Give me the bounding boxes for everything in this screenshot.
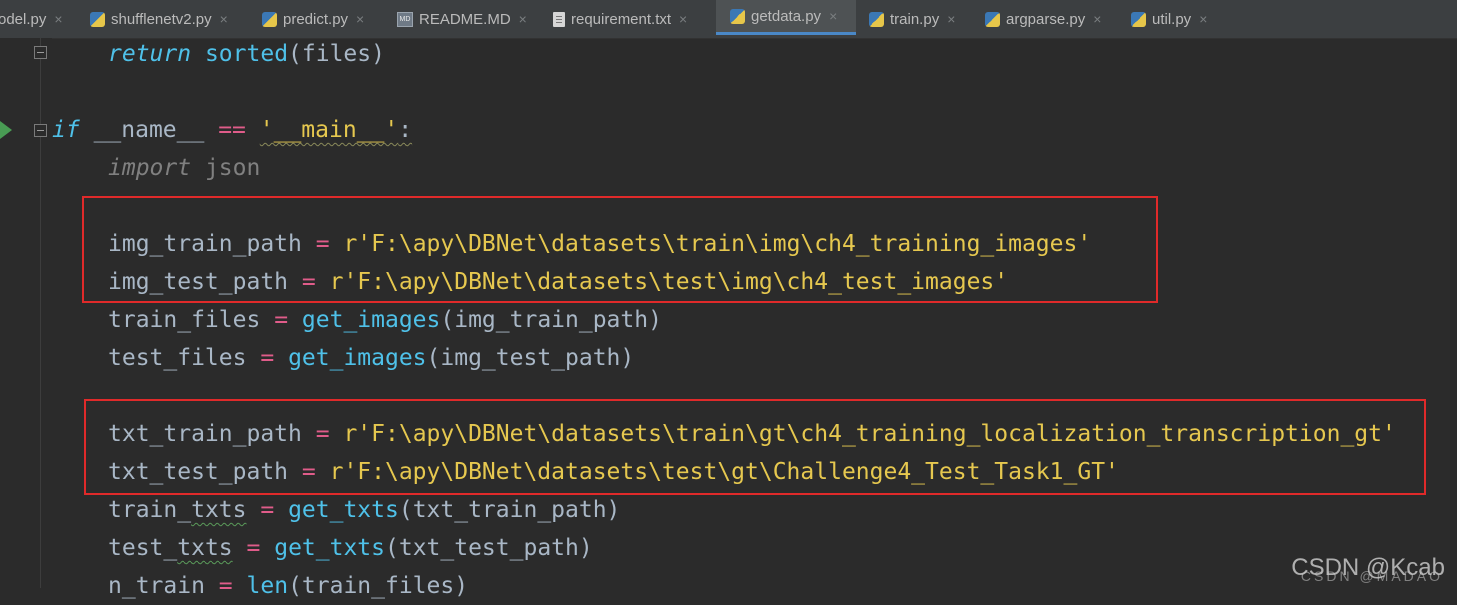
tab-shufflenetv2-py[interactable]: shufflenetv2.py × bbox=[90, 0, 228, 38]
close-tab-icon[interactable]: × bbox=[356, 11, 364, 27]
python-file-icon bbox=[869, 11, 884, 27]
editor-tab-bar: odel.py × shufflenetv2.py × predict.py ×… bbox=[0, 0, 1457, 39]
fold-icon[interactable] bbox=[34, 46, 47, 59]
watermark-sub: CSDN @MADAO bbox=[1300, 568, 1443, 584]
code-line: test_txts = get_txts(txt_test_path) bbox=[108, 535, 593, 561]
close-tab-icon[interactable]: × bbox=[519, 11, 527, 27]
tab-label: predict.py bbox=[283, 10, 349, 28]
highlight-box-img-paths bbox=[82, 196, 1158, 303]
tab-getdata-py[interactable]: getdata.py × bbox=[716, 0, 856, 35]
tab-readme-md[interactable]: MD README.MD × bbox=[397, 0, 527, 38]
code-line: import json bbox=[108, 155, 261, 181]
python-file-icon bbox=[90, 11, 105, 27]
run-icon[interactable] bbox=[0, 121, 12, 139]
text-file-icon bbox=[553, 11, 565, 27]
tab-label: odel.py bbox=[0, 10, 47, 28]
tab-label: requirement.txt bbox=[571, 10, 672, 28]
tab-label: train.py bbox=[890, 10, 940, 28]
close-tab-icon[interactable]: × bbox=[947, 11, 955, 27]
indent-guide bbox=[40, 38, 41, 588]
close-tab-icon[interactable]: × bbox=[1199, 11, 1207, 27]
tab-argparse-py[interactable]: argparse.py × bbox=[985, 0, 1101, 38]
python-file-icon bbox=[1131, 11, 1146, 27]
code-line: if __name__ == '__main__': bbox=[52, 117, 413, 143]
close-tab-icon[interactable]: × bbox=[679, 11, 687, 27]
python-file-icon bbox=[262, 11, 277, 27]
tab-label: getdata.py bbox=[751, 7, 822, 25]
python-file-icon bbox=[730, 8, 745, 24]
tab-util-py[interactable]: util.py × bbox=[1131, 0, 1207, 38]
tab-requirement-txt[interactable]: requirement.txt × bbox=[553, 0, 687, 38]
markdown-file-icon: MD bbox=[397, 11, 413, 27]
tab-label: README.MD bbox=[419, 10, 511, 28]
python-file-icon bbox=[985, 11, 1000, 27]
tab-label: shufflenetv2.py bbox=[111, 10, 212, 28]
close-tab-icon[interactable]: × bbox=[220, 11, 228, 27]
tab-train-py[interactable]: train.py × bbox=[869, 0, 955, 38]
code-line: test_files = get_images(img_test_path) bbox=[108, 345, 635, 371]
tab-label: argparse.py bbox=[1006, 10, 1086, 28]
tab-label: util.py bbox=[1152, 10, 1192, 28]
code-line: train_files = get_images(img_train_path) bbox=[108, 307, 662, 333]
code-line: n_train = len(train_files) bbox=[108, 573, 469, 599]
close-tab-icon[interactable]: × bbox=[1093, 11, 1101, 27]
code-line: train_txts = get_txts(txt_train_path) bbox=[108, 497, 621, 523]
tab-model-py[interactable]: odel.py × bbox=[0, 0, 63, 38]
close-tab-icon[interactable]: × bbox=[829, 8, 837, 24]
fold-icon[interactable] bbox=[34, 124, 47, 137]
tab-predict-py[interactable]: predict.py × bbox=[262, 0, 364, 38]
code-line: return sorted(files) bbox=[108, 41, 385, 67]
close-tab-icon[interactable]: × bbox=[54, 11, 62, 27]
highlight-box-txt-paths bbox=[84, 399, 1426, 495]
